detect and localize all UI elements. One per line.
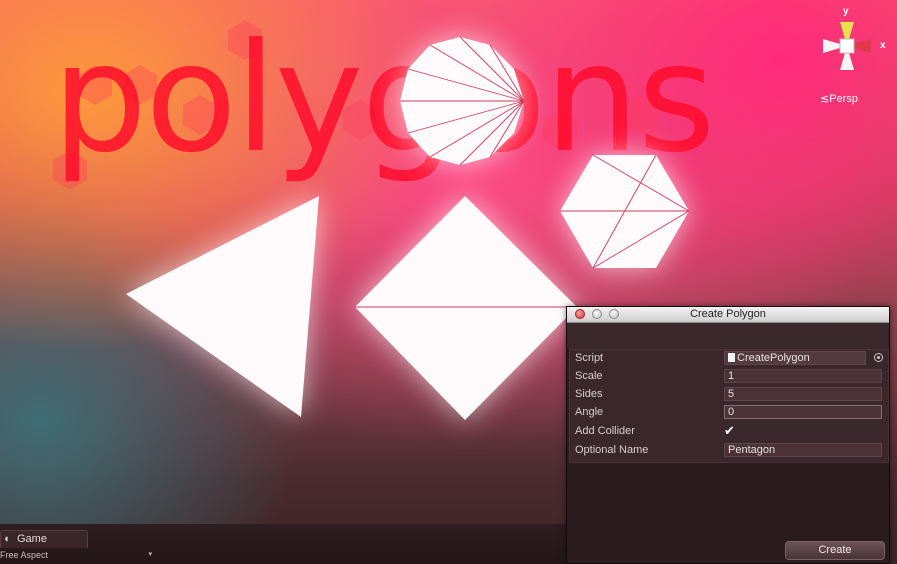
properties-panel: Script CreatePolygon Scale 1 Sides 5 Ang…	[569, 349, 889, 463]
collider-row: Add Collider ✔	[570, 423, 888, 441]
sides-field[interactable]: 5	[724, 387, 882, 401]
angle-field[interactable]: 0	[724, 405, 882, 419]
optional-name-label: Optional Name	[575, 444, 649, 456]
scale-row: Scale 1	[570, 368, 888, 386]
script-label: Script	[575, 352, 604, 364]
add-collider-checkbox[interactable]: ✔	[724, 424, 738, 438]
persp-arrow-icon: ≲	[820, 93, 830, 105]
scale-label: Scale	[575, 370, 603, 382]
gizmo-y-label: y	[843, 6, 849, 17]
gizmo-x-label: x	[880, 40, 886, 51]
window-titlebar[interactable]: Create Polygon	[567, 307, 889, 323]
window-title: Create Polygon	[690, 308, 766, 320]
triangle-shape[interactable]	[126, 196, 319, 417]
optional-name-field[interactable]: Pentagon	[724, 443, 882, 457]
aspect-label: Free Aspect	[0, 550, 49, 560]
scene-orientation-gizmo[interactable]	[823, 22, 871, 70]
collider-label: Add Collider	[575, 425, 635, 437]
sides-label: Sides	[575, 388, 603, 400]
square-shape[interactable]	[355, 196, 577, 420]
dropdown-arrow-icon: ▾	[148, 551, 152, 558]
pacman-icon: ◖	[3, 533, 10, 545]
persp-label: Persp	[829, 93, 858, 105]
angle-label: Angle	[575, 406, 604, 418]
tab-game[interactable]: ◖ Game	[0, 530, 88, 548]
sides-row: Sides 5	[570, 386, 888, 404]
angle-row: Angle 0	[570, 404, 888, 422]
tab-game-label: Game	[17, 533, 47, 545]
name-row: Optional Name Pentagon	[570, 442, 888, 460]
script-object-field[interactable]: CreatePolygon	[724, 351, 866, 365]
persp-toggle[interactable]: ≲Persp	[820, 92, 858, 105]
script-row: Script CreatePolygon	[570, 350, 888, 368]
scale-field[interactable]: 1	[724, 369, 882, 383]
object-picker-icon[interactable]	[874, 353, 883, 362]
aspect-dropdown[interactable]: Free Aspect ▾	[0, 548, 154, 562]
script-value: CreatePolygon	[737, 352, 810, 364]
create-button[interactable]: Create	[785, 541, 885, 560]
window-header-area	[567, 323, 889, 350]
create-polygon-window: Create Polygon Script CreatePolygon Scal…	[566, 306, 890, 564]
script-file-icon	[728, 353, 735, 362]
